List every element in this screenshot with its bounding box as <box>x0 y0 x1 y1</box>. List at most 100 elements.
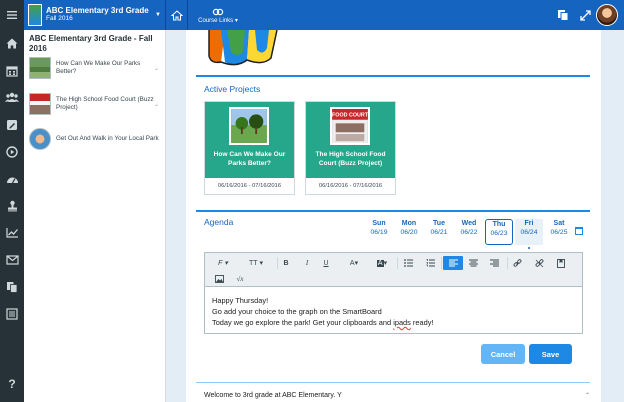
trend-chart-icon[interactable] <box>0 219 24 246</box>
project-card-food-court[interactable]: FOOD COURT The High School Food Court (B… <box>305 101 396 195</box>
sidebar-item-label: The High School Food Court (Buzz Project… <box>56 95 154 112</box>
section-divider <box>196 75 590 77</box>
align-center-icon[interactable] <box>467 257 479 269</box>
sidebar-item-parks[interactable]: How Can We Make Our Parks Better? ⌄ <box>29 55 159 81</box>
day-mon[interactable]: Mon 06/20 <box>395 219 423 245</box>
font-size-dropdown[interactable]: TT ▾ <box>243 257 269 269</box>
sidebar-item-walk-park[interactable]: Get Out And Walk in Your Local Park <box>29 126 159 152</box>
chevron-down-icon[interactable]: ⌄ <box>154 65 159 72</box>
toolbar-separator <box>397 257 398 269</box>
day-date: 06/19 <box>370 229 388 237</box>
hamburger-menu-icon[interactable] <box>0 0 24 30</box>
top-bar: ABC Elementary 3rd Grade Fall 2016 ▼ Cou… <box>0 0 624 30</box>
edit-icon[interactable] <box>0 111 24 138</box>
link-icon[interactable] <box>511 257 523 269</box>
day-wed[interactable]: Wed 06/22 <box>455 219 483 245</box>
home-icon[interactable] <box>0 30 24 57</box>
day-date: 06/25 <box>550 229 568 237</box>
section-divider <box>196 382 590 383</box>
align-left-icon[interactable] <box>443 256 463 270</box>
chevron-icon[interactable]: ⌃ <box>585 392 590 399</box>
day-tue[interactable]: Tue 06/21 <box>425 219 453 245</box>
day-thu[interactable]: Thu 06/23 <box>485 219 513 245</box>
help-icon[interactable]: ? <box>0 370 24 397</box>
save-button[interactable]: Save <box>529 344 572 364</box>
day-fri[interactable]: Fri 06/24 <box>515 219 543 249</box>
toolbar-separator <box>441 257 442 269</box>
text-color-icon[interactable]: A▾ <box>343 257 365 269</box>
documents-icon[interactable] <box>0 273 24 300</box>
project-image <box>229 107 269 145</box>
day-name: Tue <box>433 220 445 227</box>
section-divider <box>196 210 590 212</box>
numbered-list-icon[interactable] <box>424 257 436 269</box>
project-card-parks[interactable]: How Can We Make Our Parks Better? 06/16/… <box>204 101 295 195</box>
content-line: Today we go explore the park! Get your c… <box>212 318 434 327</box>
class-selector[interactable]: ABC Elementary 3rd Grade Fall 2016 ▼ <box>24 0 166 30</box>
sidebar-item-label: How Can We Make Our Parks Better? <box>56 59 141 76</box>
course-links-button[interactable]: Course Links ▾ <box>188 0 248 30</box>
day-name: Fri <box>524 220 534 227</box>
class-banner-image <box>208 30 278 66</box>
copy-icon[interactable] <box>552 0 574 30</box>
day-name: Sat <box>553 220 565 227</box>
caret-down-icon: ▼ <box>155 12 161 18</box>
welcome-text: Welcome to 3rd grade at ABC Elementary. … <box>204 392 342 399</box>
calendar-icon[interactable] <box>575 227 583 235</box>
day-date: 06/23 <box>490 230 508 238</box>
editor-content[interactable]: Happy Thursday! Go add your choice to th… <box>212 295 433 328</box>
font-family-dropdown[interactable]: F ▾ <box>211 257 235 269</box>
misspelled-word: ipads <box>393 318 411 327</box>
cancel-button[interactable]: Cancel <box>481 344 525 364</box>
food-court-sign: FOOD COURT <box>332 113 369 119</box>
day-name: Mon <box>401 220 417 227</box>
expand-icon[interactable] <box>574 0 596 30</box>
link-icon <box>212 8 224 15</box>
project-image: FOOD COURT <box>330 107 370 145</box>
nav-rail: ? <box>0 30 24 402</box>
stamp-icon[interactable] <box>0 192 24 219</box>
toolbar-separator <box>277 257 278 269</box>
day-date: 06/21 <box>430 229 448 237</box>
day-sat[interactable]: Sat 06/25 <box>545 219 573 245</box>
day-sun[interactable]: Sun 06/19 <box>365 219 393 245</box>
content-line: Go add your choice to the graph on the S… <box>212 307 382 316</box>
highlight-color-icon[interactable]: A ▾ <box>371 257 393 269</box>
event-dot <box>528 247 530 249</box>
course-links-label: Course Links ▾ <box>198 17 238 24</box>
sidebar-item-thumbnail <box>29 93 51 115</box>
calendar-icon[interactable] <box>0 57 24 84</box>
sidebar-item-thumbnail <box>29 128 51 150</box>
day-date: 06/22 <box>460 229 478 237</box>
mail-icon[interactable] <box>0 246 24 273</box>
unlink-icon[interactable] <box>533 257 545 269</box>
day-date: 06/20 <box>400 229 418 237</box>
underline-icon[interactable]: U <box>319 257 333 269</box>
bold-icon[interactable]: B <box>279 257 293 269</box>
sidebar-item-thumbnail <box>29 57 51 79</box>
chevron-down-icon[interactable]: ⌄ <box>154 101 159 108</box>
image-icon[interactable] <box>213 273 225 285</box>
agenda-heading: Agenda <box>204 217 234 227</box>
italic-icon[interactable]: I <box>300 257 314 269</box>
bookmark-icon[interactable] <box>555 257 567 269</box>
day-name: Thu <box>492 221 506 228</box>
day-name: Wed <box>461 220 477 227</box>
sidebar-item-food-court[interactable]: The High School Food Court (Buzz Project… <box>29 91 159 117</box>
sidebar-title: ABC Elementary 3rd Grade - Fall 2016 <box>29 34 153 53</box>
list-icon[interactable] <box>0 300 24 327</box>
home-button[interactable] <box>166 0 188 30</box>
dashboard-icon[interactable] <box>0 165 24 192</box>
user-avatar[interactable] <box>596 4 618 26</box>
formula-icon[interactable]: √x <box>233 273 247 285</box>
toolbar-separator <box>507 257 508 269</box>
day-name: Sun <box>372 220 386 227</box>
align-right-icon[interactable] <box>488 257 500 269</box>
bullet-list-icon[interactable] <box>402 257 414 269</box>
home-icon <box>170 9 183 20</box>
editor-toolbar: F ▾ TT ▾ B I U A▾ A ▾ √x <box>205 253 582 287</box>
users-icon[interactable] <box>0 84 24 111</box>
class-thumbnail <box>28 4 42 26</box>
play-icon[interactable] <box>0 138 24 165</box>
agenda-editor[interactable]: F ▾ TT ▾ B I U A▾ A ▾ √x Happy Thursday!… <box>204 252 583 334</box>
